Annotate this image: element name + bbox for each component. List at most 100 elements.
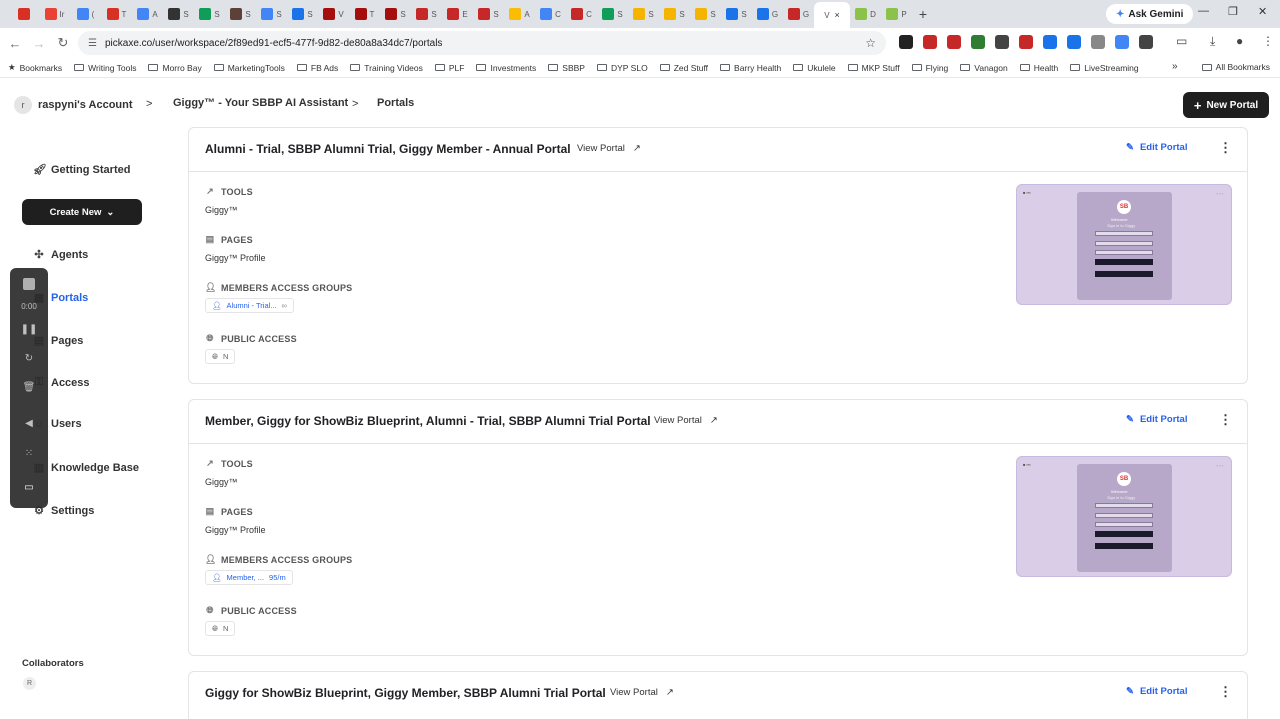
browser-tab[interactable]: S [659,2,690,26]
browser-tab[interactable]: S [163,2,194,26]
browser-tab[interactable]: P [881,2,912,26]
grid-icon[interactable]: ⁙ [10,448,48,459]
close-window-button[interactable]: ✕ [1258,5,1267,18]
forward-icon[interactable]: → [27,36,51,51]
new-portal-button[interactable]: + New Portal [1183,92,1269,118]
browser-tab-active[interactable]: V × [814,2,850,28]
extension-icon[interactable] [995,35,1009,49]
download-icon[interactable]: ⤓ [1210,34,1215,49]
bookmark-item[interactable]: MarketingTools [213,63,285,73]
browser-tab[interactable]: G [752,2,783,26]
extension-icon[interactable] [1043,35,1057,49]
account-switcher[interactable]: r raspyni's Account [14,93,133,117]
bookmark-item[interactable]: Zed Stuff [659,63,708,73]
bookmark-item[interactable]: Training Videos [350,63,423,73]
address-bar[interactable]: ☰ pickaxe.co/user/workspace/2f89ed91-ecf… [78,31,886,55]
browser-tab[interactable]: S [287,2,318,26]
bookmark-star-icon[interactable]: ☆ [865,36,876,50]
bookmark-item[interactable]: Barry Health [720,63,781,73]
bookmark-item[interactable]: Writing Tools [74,63,136,73]
browser-tab[interactable]: A [504,2,535,26]
portal-preview-thumbnail[interactable]: ■ ▪▪▪ ◦ ◦ ◦ SB Welcome Sign in to Giggy [1016,184,1232,305]
edit-portal-button[interactable]: ✎ Edit Portal [1126,142,1187,153]
browser-tab[interactable]: S [628,2,659,26]
browser-menu-icon[interactable]: ⋮ [1262,34,1274,48]
collaborator-avatar[interactable]: R [23,677,36,690]
bookmark-item[interactable]: PLF [434,63,464,73]
ask-gemini-button[interactable]: ✦ Ask Gemini [1106,4,1194,24]
maximize-button[interactable]: ❐ [1228,5,1238,18]
pause-icon[interactable]: ❚❚ [10,324,48,335]
browser-tab[interactable]: S [597,2,628,26]
extension-icon[interactable] [923,35,937,49]
bookmark-item[interactable]: Morro Bay [148,63,202,73]
view-portal-link[interactable]: View Portal ↗ [577,143,641,154]
bookmark-item[interactable]: Flying [911,63,948,73]
extension-icon[interactable] [947,35,961,49]
close-tab-icon[interactable]: × [835,10,840,20]
sidebar-icon[interactable]: ▭ [1176,34,1187,48]
sidebar-item-agents[interactable]: ✣ Agents [33,248,88,262]
bookmark-item[interactable]: Health [1019,63,1058,73]
portal-preview-thumbnail[interactable]: ■ ▪▪▪ ◦ ◦ ◦ SB Welcome Sign in to Giggy [1016,456,1232,577]
browser-tab[interactable] [8,2,39,26]
bookmark-item[interactable]: LiveStreaming [1070,63,1139,73]
more-options-icon[interactable]: ⋮ [1219,412,1232,428]
browser-tab[interactable]: S [256,2,287,26]
view-portal-link[interactable]: View Portal ↗ [654,415,718,426]
extensions-puzzle-icon[interactable]: ⧉ [1140,34,1149,49]
trash-icon[interactable]: 🗑︎ [10,382,48,393]
browser-tab[interactable]: T [349,2,380,26]
breadcrumb-portals[interactable]: Portals [377,97,414,109]
create-new-button[interactable]: Create New ⌄ [22,199,142,225]
browser-tab[interactable]: E [442,2,473,26]
edit-portal-button[interactable]: ✎ Edit Portal [1126,686,1187,697]
extension-icon[interactable] [1091,35,1105,49]
minimize-button[interactable]: — [1198,5,1209,17]
profile-avatar[interactable]: ● [1236,34,1243,48]
site-info-icon[interactable]: ☰ [88,38,97,49]
more-bookmarks-icon[interactable]: » [1172,61,1178,72]
new-tab-button[interactable]: + [912,6,934,22]
access-group-chip[interactable]: 👤︎ Alumni - Trial... ∞ [205,298,294,313]
edit-portal-button[interactable]: ✎ Edit Portal [1126,414,1187,425]
sidebar-item-getting-started[interactable]: 🚀︎ Getting Started [33,163,130,177]
browser-tab[interactable]: S [194,2,225,26]
browser-tab[interactable]: ( [70,2,101,26]
stop-recording-icon[interactable] [23,278,35,290]
bookmark-item[interactable]: Vanagon [960,63,1008,73]
extension-icon[interactable] [1067,35,1081,49]
browser-tab[interactable]: S [721,2,752,26]
bookmark-item[interactable]: ★ Bookmarks [8,62,62,73]
back-icon[interactable]: ← [3,36,27,51]
view-portal-link[interactable]: View Portal ↗ [610,687,674,698]
reload-icon[interactable]: ↻ [51,35,75,51]
browser-tab[interactable]: V [318,2,349,26]
sidebar-item-knowledge-base[interactable]: ▥Knowledge Base [33,461,139,475]
all-bookmarks-button[interactable]: All Bookmarks [1201,62,1270,72]
browser-tab[interactable]: G [783,2,814,26]
more-options-icon[interactable]: ⋮ [1219,140,1232,156]
more-options-icon[interactable]: ⋮ [1219,684,1232,700]
bookmark-item[interactable]: DYP SLO [596,63,648,73]
camera-icon[interactable]: ▭ [10,482,48,493]
bookmark-item[interactable]: FB Ads [296,63,338,73]
browser-tab[interactable]: A [132,2,163,26]
extension-icon[interactable] [1019,35,1033,49]
browser-tab[interactable]: C [535,2,566,26]
restart-icon[interactable]: ↻ [10,353,48,364]
audio-icon[interactable]: ◀ [10,418,48,429]
extension-icon[interactable] [1115,35,1129,49]
browser-tab[interactable]: Ir [39,2,70,26]
bookmark-item[interactable]: Ukulele [793,63,836,73]
extension-icon[interactable] [899,35,913,49]
browser-tab[interactable]: T [101,2,132,26]
browser-tab[interactable]: S [690,2,721,26]
bookmark-item[interactable]: MKP Stuff [847,63,900,73]
browser-tab[interactable]: D [850,2,881,26]
browser-tab[interactable]: S [473,2,504,26]
browser-tab[interactable]: S [380,2,411,26]
browser-tab[interactable]: C [566,2,597,26]
browser-tab[interactable]: S [411,2,442,26]
bookmark-item[interactable]: Investments [476,63,536,73]
